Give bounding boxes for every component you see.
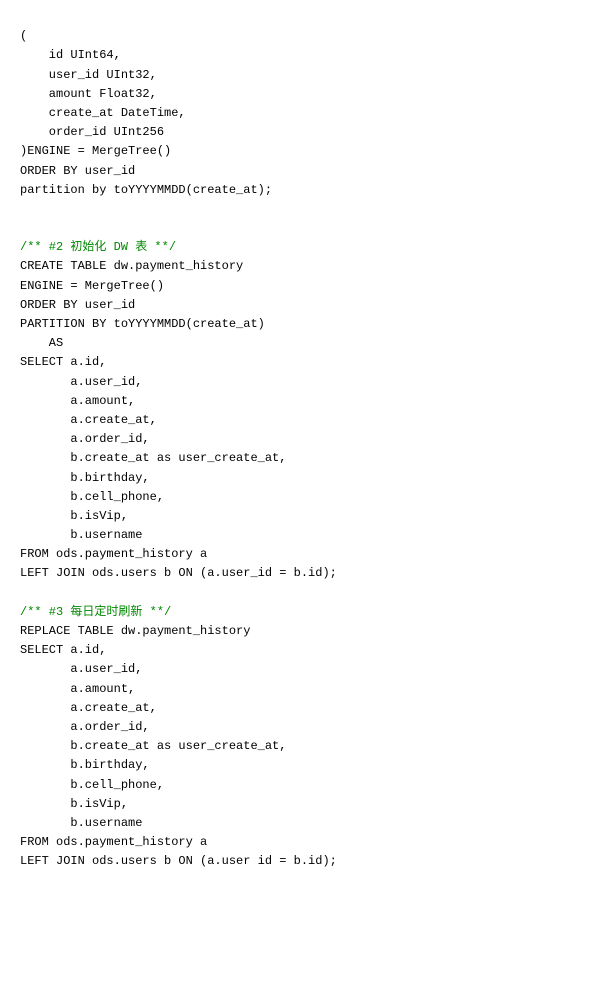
code-line: LEFT JOIN ods.users b ON (a.user id = b.… <box>20 852 586 871</box>
code-line: b.birthday, <box>20 469 586 488</box>
code-line: order_id UInt256 <box>20 123 586 142</box>
code-line: /** #3 每日定时刷新 **/ <box>20 603 586 622</box>
code-line: b.isVip, <box>20 507 586 526</box>
code-line: b.cell_phone, <box>20 488 586 507</box>
code-line: ( <box>20 27 586 46</box>
code-line: ORDER BY user_id <box>20 162 586 181</box>
code-line: b.birthday, <box>20 756 586 775</box>
code-line: a.amount, <box>20 392 586 411</box>
code-line: FROM ods.payment_history a <box>20 545 586 564</box>
code-line <box>20 200 586 219</box>
code-line: a.user_id, <box>20 660 586 679</box>
code-line <box>20 219 586 238</box>
code-line: id UInt64, <box>20 46 586 65</box>
code-line: b.cell_phone, <box>20 776 586 795</box>
code-line: REPLACE TABLE dw.payment_history <box>20 622 586 641</box>
code-line: user_id UInt32, <box>20 66 586 85</box>
code-line: SELECT a.id, <box>20 353 586 372</box>
code-line: b.username <box>20 526 586 545</box>
code-line: /** #2 初始化 DW 表 **/ <box>20 238 586 257</box>
code-line: partition by toYYYYMMDD(create_at); <box>20 181 586 200</box>
code-line: a.order_id, <box>20 718 586 737</box>
code-line: LEFT JOIN ods.users b ON (a.user_id = b.… <box>20 564 586 583</box>
code-line: b.username <box>20 814 586 833</box>
code-line: a.user_id, <box>20 373 586 392</box>
code-line: ORDER BY user_id <box>20 296 586 315</box>
code-line <box>20 584 586 603</box>
code-line: b.create_at as user_create_at, <box>20 449 586 468</box>
code-line: amount Float32, <box>20 85 586 104</box>
code-line: PARTITION BY toYYYYMMDD(create_at) <box>20 315 586 334</box>
code-line: a.create_at, <box>20 699 586 718</box>
code-line: create_at DateTime, <box>20 104 586 123</box>
code-line: a.amount, <box>20 680 586 699</box>
code-line: AS <box>20 334 586 353</box>
code-line: a.create_at, <box>20 411 586 430</box>
code-line: ENGINE = MergeTree() <box>20 277 586 296</box>
code-line: FROM ods.payment_history a <box>20 833 586 852</box>
code-line: b.create_at as user_create_at, <box>20 737 586 756</box>
code-line: SELECT a.id, <box>20 641 586 660</box>
code-line: )ENGINE = MergeTree() <box>20 142 586 161</box>
code-line: CREATE TABLE dw.payment_history <box>20 257 586 276</box>
code-line: b.isVip, <box>20 795 586 814</box>
code-block: ( id UInt64, user_id UInt32, amount Floa… <box>20 27 586 871</box>
code-line: a.order_id, <box>20 430 586 449</box>
